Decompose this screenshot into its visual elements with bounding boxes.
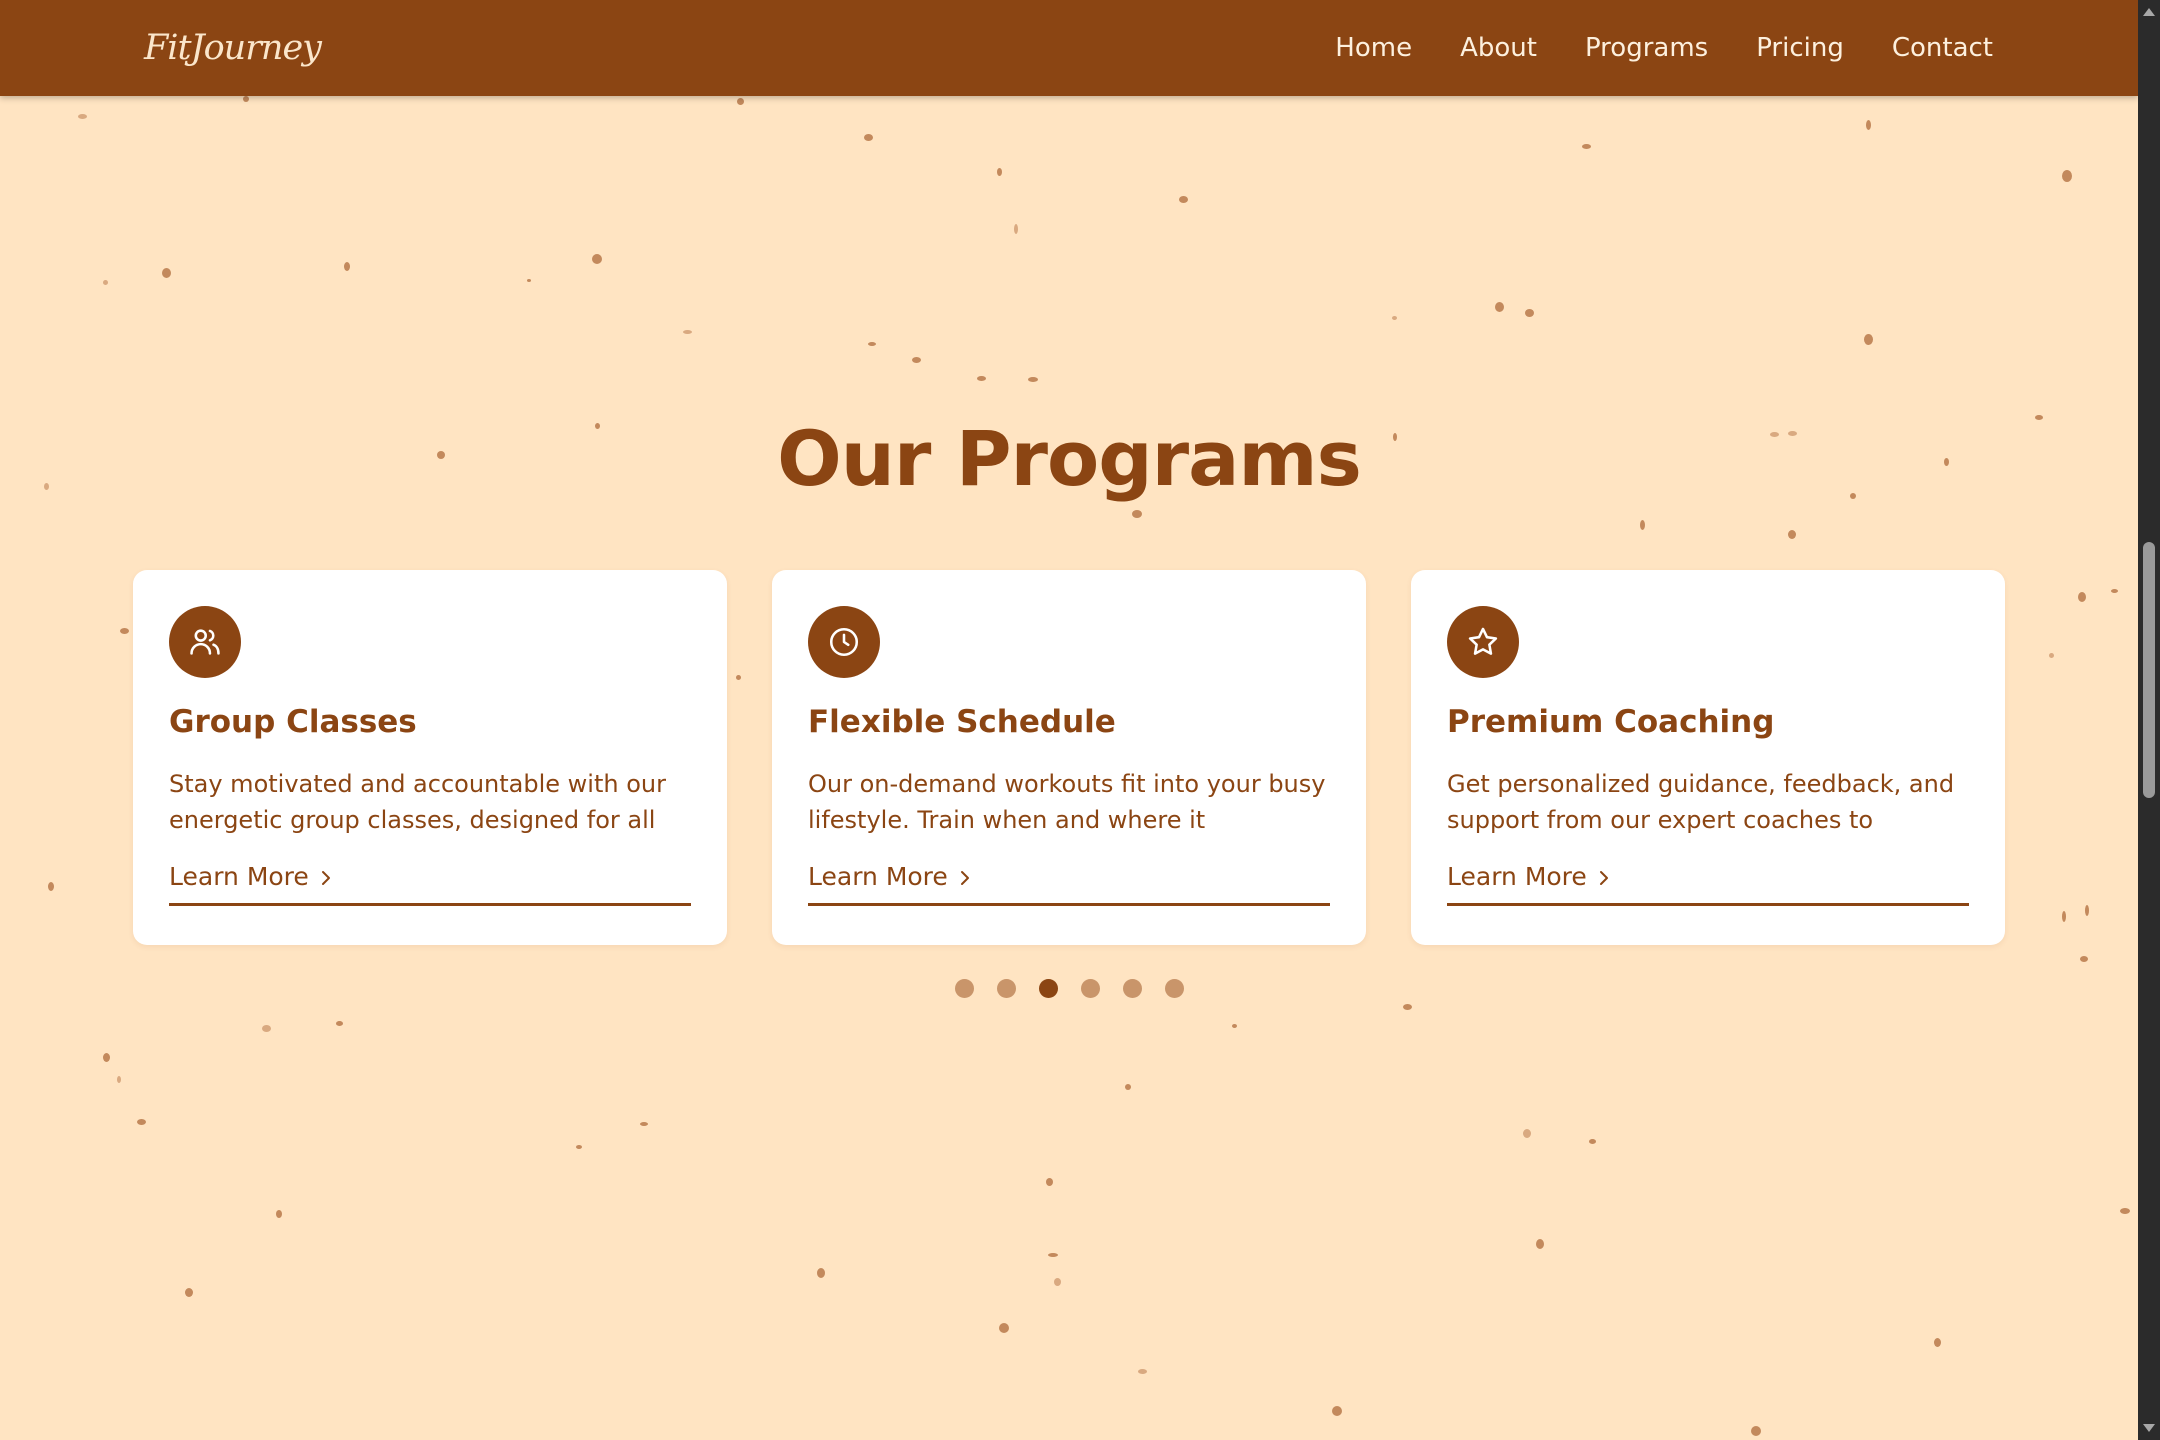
- carousel-dot[interactable]: [954, 979, 974, 998]
- card-title: Flexible Schedule: [808, 704, 1116, 740]
- scroll-down-arrow-icon[interactable]: [2143, 1424, 2155, 1432]
- chevron-right-icon: [319, 868, 333, 888]
- carousel-dot[interactable]: [1038, 979, 1058, 998]
- carousel-dot[interactable]: [1122, 979, 1142, 998]
- nav-link-home[interactable]: Home: [1335, 30, 1412, 66]
- learn-more-link[interactable]: Learn More: [1447, 862, 1969, 906]
- learn-more-link[interactable]: Learn More: [169, 862, 691, 906]
- users-icon: [169, 606, 241, 678]
- scroll-thumb[interactable]: [2143, 542, 2155, 798]
- learn-more-link[interactable]: Learn More: [808, 862, 1330, 906]
- learn-more-label: Learn More: [169, 862, 309, 891]
- program-card-flexible-schedule: Flexible Schedule Our on-demand workouts…: [772, 570, 1366, 945]
- clock-icon: [808, 606, 880, 678]
- star-icon: [1447, 606, 1519, 678]
- nav-link-contact[interactable]: Contact: [1892, 30, 1993, 66]
- card-title: Premium Coaching: [1447, 704, 1775, 740]
- card-description: Stay motivated and accountable with our …: [169, 770, 666, 834]
- nav-link-pricing[interactable]: Pricing: [1756, 30, 1844, 66]
- main-nav: Home About Programs Pricing Contact: [1335, 30, 1993, 66]
- chevron-right-icon: [958, 868, 972, 888]
- carousel-dot[interactable]: [1080, 979, 1100, 998]
- card-description: Get personalized guidance, feedback, and…: [1447, 770, 1955, 834]
- chevron-right-icon: [1597, 868, 1611, 888]
- card-description: Our on-demand workouts fit into your bus…: [808, 770, 1326, 834]
- learn-more-label: Learn More: [808, 862, 948, 891]
- programs-carousel: Group Classes Stay motivated and account…: [133, 570, 2005, 945]
- section-title: Our Programs: [777, 414, 1362, 503]
- carousel-dot[interactable]: [1164, 979, 1184, 998]
- card-title: Group Classes: [169, 704, 417, 740]
- carousel-pagination: [0, 979, 2138, 998]
- program-card-group-classes: Group Classes Stay motivated and account…: [133, 570, 727, 945]
- page-scrollbar[interactable]: [2138, 0, 2160, 1440]
- top-navbar: FitJourney Home About Programs Pricing C…: [0, 0, 2138, 96]
- nav-link-about[interactable]: About: [1460, 30, 1537, 66]
- scroll-up-arrow-icon[interactable]: [2143, 8, 2155, 16]
- nav-link-programs[interactable]: Programs: [1585, 30, 1708, 66]
- learn-more-label: Learn More: [1447, 862, 1587, 891]
- carousel-dot[interactable]: [996, 979, 1016, 998]
- logo[interactable]: FitJourney: [144, 28, 322, 68]
- program-card-premium-coaching: Premium Coaching Get personalized guidan…: [1411, 570, 2005, 945]
